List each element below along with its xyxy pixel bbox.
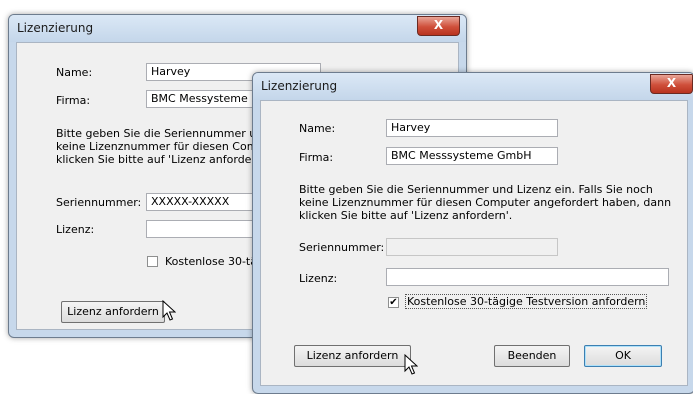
front-trial-label: Kostenlose 30-tägige Testversion anforde… bbox=[404, 294, 648, 309]
back-trial-label: Kostenlose 30-tä bbox=[165, 255, 257, 268]
front-dialog-titlebar[interactable]: Lizenzierung X bbox=[253, 73, 693, 100]
back-dialog-titlebar[interactable]: Lizenzierung X bbox=[9, 15, 466, 42]
front-mouse-cursor-icon bbox=[404, 354, 418, 375]
front-instructions-line-3: klicken Sie bitte auf 'Lizenz anfordern'… bbox=[299, 209, 513, 222]
front-trial-checkbox[interactable]: ✔ bbox=[388, 297, 399, 308]
back-firma-label: Firma: bbox=[56, 94, 91, 107]
front-dialog-window: Lizenzierung X Name: Harvey Firma: BMC M… bbox=[252, 72, 693, 394]
front-dialog-client: Name: Harvey Firma: BMC Messsysteme GmbH… bbox=[260, 100, 688, 386]
back-mouse-cursor-icon bbox=[162, 300, 176, 321]
front-firma-field[interactable]: BMC Messsysteme GmbH bbox=[386, 147, 558, 165]
front-serial-field[interactable] bbox=[386, 238, 558, 256]
back-dialog-title: Lizenzierung bbox=[17, 21, 94, 35]
front-request-license-button[interactable]: Lizenz anfordern bbox=[294, 345, 411, 367]
back-name-label: Name: bbox=[56, 66, 93, 79]
front-exit-button[interactable]: Beenden bbox=[494, 345, 570, 367]
back-request-license-button[interactable]: Lizenz anfordern bbox=[61, 301, 165, 323]
back-serial-label: Seriennummer: bbox=[56, 196, 142, 209]
front-dialog-title: Lizenzierung bbox=[261, 79, 338, 93]
back-trial-checkbox[interactable] bbox=[147, 256, 158, 267]
front-name-label: Name: bbox=[299, 122, 336, 135]
front-serial-label: Seriennummer: bbox=[299, 241, 385, 254]
front-firma-label: Firma: bbox=[299, 151, 334, 164]
front-name-field[interactable]: Harvey bbox=[386, 119, 558, 137]
back-instructions: Bitte geben Sie die Seriennummer un kein… bbox=[56, 127, 264, 166]
back-instructions-line-3: klicken Sie bitte auf 'Lizenz anforderr bbox=[56, 153, 261, 166]
front-close-button[interactable]: X bbox=[650, 74, 693, 94]
front-instructions: Bitte geben Sie die Seriennummer und Liz… bbox=[299, 183, 671, 222]
back-license-label: Lizenz: bbox=[56, 223, 95, 236]
back-instructions-line-2: keine Lizenznummer für diesen Comp bbox=[56, 140, 265, 153]
back-instructions-line-1: Bitte geben Sie die Seriennummer un bbox=[56, 127, 264, 140]
front-license-label: Lizenz: bbox=[299, 272, 338, 285]
back-close-button[interactable]: X bbox=[417, 16, 460, 36]
front-ok-button[interactable]: OK bbox=[584, 345, 662, 367]
front-instructions-line-2: keine Lizenznummer für diesen Computer a… bbox=[299, 196, 672, 209]
front-license-field[interactable] bbox=[386, 268, 669, 286]
front-instructions-line-1: Bitte geben Sie die Seriennummer und Liz… bbox=[299, 183, 653, 196]
